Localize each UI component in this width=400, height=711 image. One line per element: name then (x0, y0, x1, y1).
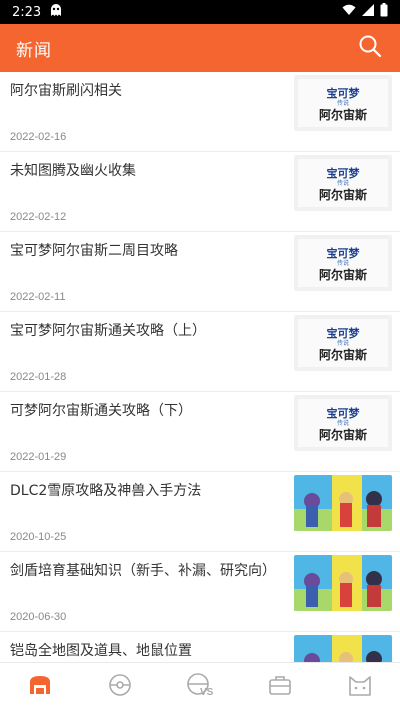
bag-icon (268, 673, 292, 701)
news-thumbnail: 宝可梦 传说 阿尔宙斯 (294, 75, 392, 131)
svg-text:阿尔宙斯: 阿尔宙斯 (319, 427, 367, 442)
news-title: 可梦阿尔宙斯通关攻略（下） (10, 403, 192, 419)
status-bar: 2:23 (0, 0, 400, 24)
nav-pokedex[interactable] (95, 667, 145, 707)
news-title: 未知图腾及幽火收集 (10, 163, 136, 179)
svg-text:宝可梦: 宝可梦 (327, 246, 361, 260)
news-date: 2022-02-12 (10, 211, 67, 223)
vs-icon: VS (186, 672, 214, 702)
svg-text:宝可梦: 宝可梦 (327, 166, 361, 180)
page-title: 新闻 (16, 40, 52, 61)
svg-text:传说: 传说 (337, 339, 349, 347)
nav-news[interactable] (15, 667, 65, 707)
news-item[interactable]: 宝可梦阿尔宙斯通关攻略（上） 2022-01-28 宝可梦 传说 阿尔宙斯 (0, 312, 400, 392)
news-title: DLC2雪原攻略及神兽入手方法 (10, 483, 202, 499)
svg-text:传说: 传说 (337, 99, 349, 107)
news-list[interactable]: 阿尔宙斯刷闪相关 2022-02-16 宝可梦 传说 阿尔宙斯 未知图腾及幽火收集… (0, 72, 400, 662)
news-thumbnail: 宝可梦 传说 阿尔宙斯 (294, 155, 392, 211)
news-date: 2020-10-25 (10, 531, 67, 543)
news-title: 宝可梦阿尔宙斯二周目攻略 (10, 243, 178, 259)
svg-text:阿尔宙斯: 阿尔宙斯 (319, 187, 367, 202)
svg-text:阿尔宙斯: 阿尔宙斯 (319, 267, 367, 282)
news-date: 2020-06-30 (10, 611, 67, 623)
news-date: 2022-01-28 (10, 371, 67, 383)
nav-items[interactable] (255, 667, 305, 707)
svg-text:阿尔宙斯: 阿尔宙斯 (319, 347, 367, 362)
news-item[interactable]: 剑盾培育基础知识（新手、补漏、研究向） 2020-06-30 (0, 552, 400, 632)
news-date: 2022-02-11 (10, 291, 66, 303)
svg-text:宝可梦: 宝可梦 (327, 326, 361, 340)
status-time: 2:23 (12, 4, 42, 20)
bottom-nav: VS (0, 662, 400, 711)
news-date: 2022-02-16 (10, 131, 67, 143)
search-icon (358, 34, 382, 62)
nav-profile[interactable] (335, 667, 385, 707)
news-thumbnail (294, 555, 392, 611)
svg-text:传说: 传说 (337, 259, 349, 267)
news-thumbnail: 宝可梦 传说 阿尔宙斯 (294, 235, 392, 291)
ghost-icon (49, 3, 63, 21)
signal-icon (362, 4, 374, 20)
news-thumbnail: 宝可梦 传说 阿尔宙斯 (294, 315, 392, 371)
svg-text:传说: 传说 (337, 419, 349, 427)
news-item[interactable]: DLC2雪原攻略及神兽入手方法 2020-10-25 (0, 472, 400, 552)
svg-text:宝可梦: 宝可梦 (327, 406, 361, 420)
svg-text:阿尔宙斯: 阿尔宙斯 (319, 107, 367, 122)
news-title: 剑盾培育基础知识（新手、补漏、研究向） (10, 563, 276, 579)
news-date: 2022-01-29 (10, 451, 67, 463)
news-title: 阿尔宙斯刷闪相关 (10, 83, 122, 99)
news-item[interactable]: 阿尔宙斯刷闪相关 2022-02-16 宝可梦 传说 阿尔宙斯 (0, 72, 400, 152)
svg-text:传说: 传说 (337, 179, 349, 187)
news-thumbnail (294, 475, 392, 531)
news-item[interactable]: 未知图腾及幽火收集 2022-02-12 宝可梦 传说 阿尔宙斯 (0, 152, 400, 232)
svg-text:VS: VS (200, 687, 214, 698)
home-icon (27, 673, 53, 701)
app-bar: 新闻 (0, 24, 400, 72)
news-item[interactable]: 铠岛全地图及道具、地鼠位置 (0, 632, 400, 662)
cat-face-icon (347, 673, 373, 701)
news-thumbnail (294, 635, 392, 662)
wifi-icon (342, 4, 356, 20)
battery-icon (380, 3, 388, 21)
news-item[interactable]: 可梦阿尔宙斯通关攻略（下） 2022-01-29 宝可梦 传说 阿尔宙斯 (0, 392, 400, 472)
news-thumbnail: 宝可梦 传说 阿尔宙斯 (294, 395, 392, 451)
search-button[interactable] (356, 34, 384, 62)
pokeball-icon (108, 673, 132, 701)
news-title: 宝可梦阿尔宙斯通关攻略（上） (10, 323, 206, 339)
news-title: 铠岛全地图及道具、地鼠位置 (10, 643, 192, 659)
news-item[interactable]: 宝可梦阿尔宙斯二周目攻略 2022-02-11 宝可梦 传说 阿尔宙斯 (0, 232, 400, 312)
nav-battle[interactable]: VS (175, 667, 225, 707)
svg-text:宝可梦: 宝可梦 (327, 86, 361, 100)
